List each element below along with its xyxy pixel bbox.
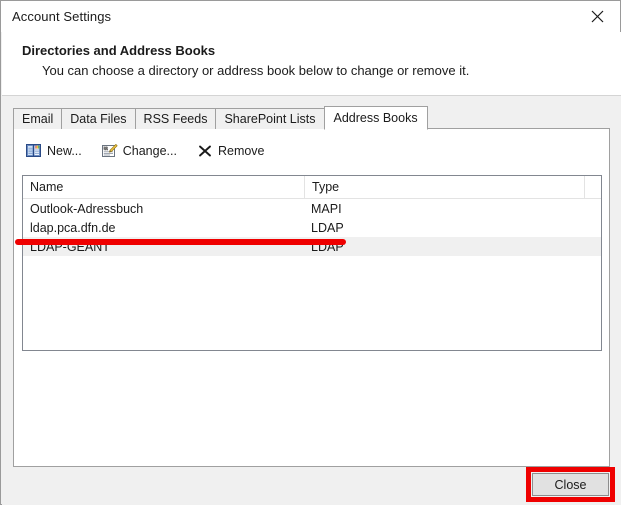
tab-strip: Email Data Files RSS Feeds SharePoint Li… [13,106,428,130]
address-book-icon [26,143,42,159]
column-header-type-label: Type [312,180,340,194]
dialog-body: Email Data Files RSS Feeds SharePoint Li… [2,95,621,505]
window-title: Account Settings [12,9,112,24]
table-row[interactable]: LDAP-GEANT LDAP [23,237,601,256]
close-button[interactable]: Close [532,473,609,496]
tab-address-books[interactable]: Address Books [323,106,428,130]
table-row[interactable]: ldap.pca.dfn.de LDAP [23,218,601,237]
tab-email-label: Email [22,112,54,126]
dialog-banner: Directories and Address Books You can ch… [2,32,621,95]
properties-pencil-icon [101,143,118,159]
row-name: LDAP-GEANT [30,239,110,254]
change-button-label: Change... [122,144,177,158]
remove-button[interactable]: Remove [191,140,271,162]
table-row[interactable]: Outlook-Adressbuch MAPI [23,199,601,218]
address-books-list[interactable]: Name Type Outlook-Adressbuch MAPI ldap.p… [22,175,602,351]
banner-description: You can choose a directory or address bo… [42,63,470,78]
tab-sharepoint-lists-label: SharePoint Lists [224,112,316,126]
row-name: Outlook-Adressbuch [30,201,144,216]
x-mark-icon [197,143,213,159]
list-header-row: Name Type [23,176,601,199]
dialog-window: Account Settings Directories and Address… [0,0,621,505]
row-type: MAPI [311,201,342,216]
address-books-tab-panel: New... Change... Remove Name Type Outloo… [13,128,610,467]
change-button[interactable]: Change... [96,140,183,162]
banner-heading: Directories and Address Books [22,43,216,58]
address-book-toolbar: New... Change... Remove [20,139,279,163]
row-name: ldap.pca.dfn.de [30,220,116,235]
row-type: LDAP [311,239,344,254]
remove-button-label: Remove [217,144,265,158]
tab-address-books-label: Address Books [333,111,418,125]
tab-data-files[interactable]: Data Files [61,108,136,129]
tab-rss-feeds[interactable]: RSS Feeds [134,108,217,129]
column-header-name[interactable]: Name [23,176,304,198]
list-rows: Outlook-Adressbuch MAPI ldap.pca.dfn.de … [23,199,601,256]
new-button[interactable]: New... [20,140,88,162]
new-button-label: New... [47,144,82,158]
tab-data-files-label: Data Files [70,112,127,126]
tab-email[interactable]: Email [13,108,63,129]
tab-sharepoint-lists[interactable]: SharePoint Lists [215,108,325,129]
close-x-icon[interactable] [575,1,620,32]
tab-rss-feeds-label: RSS Feeds [143,112,208,126]
account-settings-dialog: Account Settings Directories and Address… [0,0,621,505]
column-header-type[interactable]: Type [304,176,584,198]
column-header-name-label: Name [30,180,64,194]
title-bar: Account Settings [1,1,620,32]
row-type: LDAP [311,220,344,235]
column-header-extra[interactable] [584,176,601,198]
